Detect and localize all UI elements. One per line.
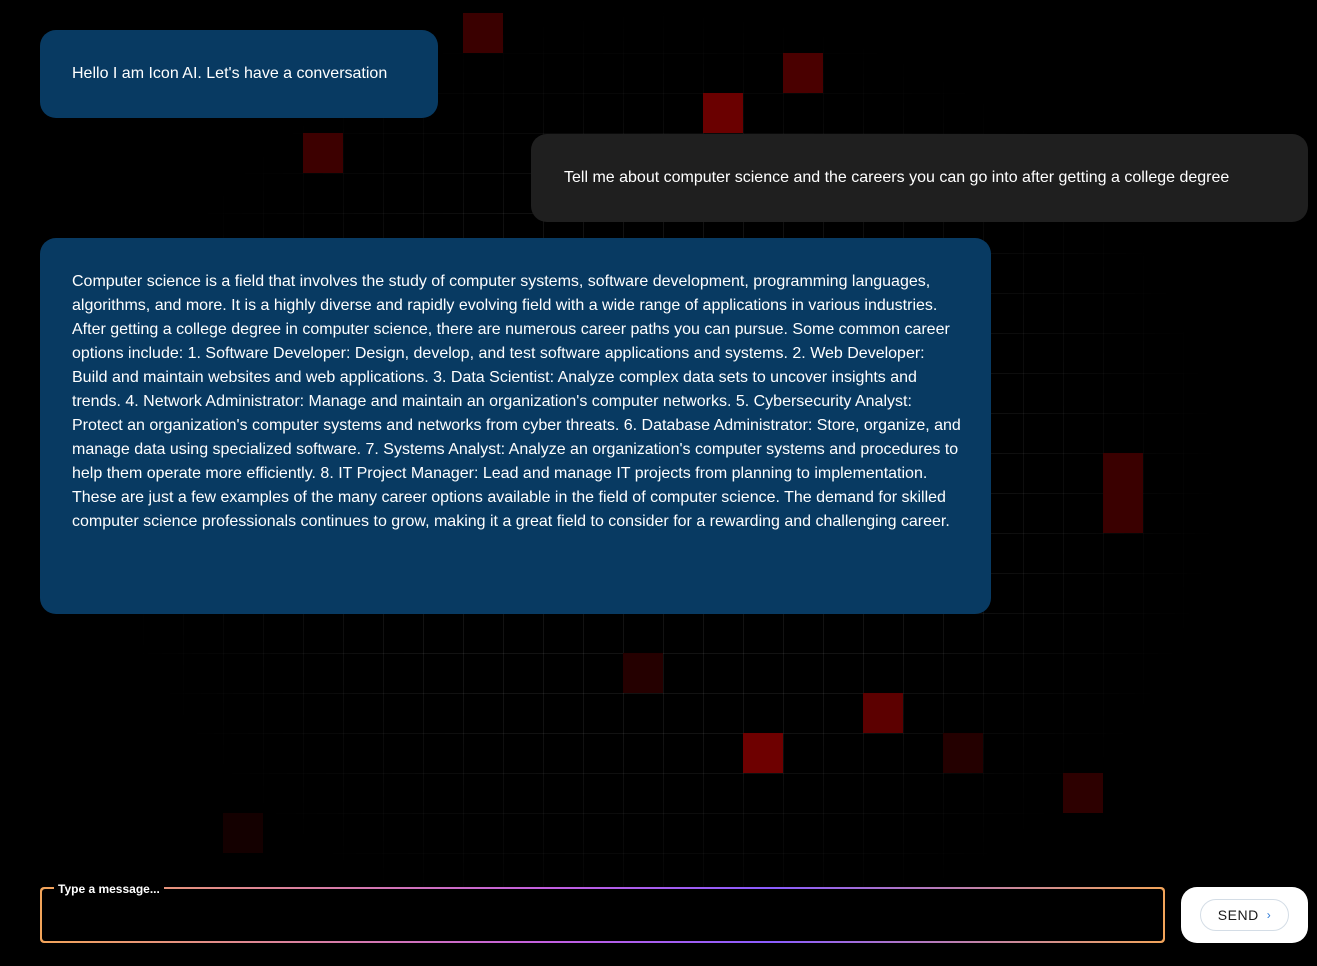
message-input-frame: [40, 887, 1165, 943]
grid-highlight-cell: [1063, 773, 1103, 813]
grid-highlight-cell: [1103, 493, 1143, 533]
grid-highlight-cell: [463, 13, 503, 53]
ai-message-bubble: Hello I am Icon AI. Let's have a convers…: [40, 30, 438, 118]
message-input-container: [42, 889, 1163, 941]
send-button[interactable]: SEND ›: [1200, 899, 1289, 931]
message-input-label: Type a message...: [54, 882, 164, 896]
grid-highlight-cell: [743, 733, 783, 773]
grid-highlight-cell: [943, 733, 983, 773]
message-text: Hello I am Icon AI. Let's have a convers…: [72, 65, 388, 82]
ai-message-bubble: Computer science is a field that involve…: [40, 238, 991, 614]
user-message-bubble: Tell me about computer science and the c…: [531, 134, 1308, 222]
grid-highlight-cell: [863, 693, 903, 733]
send-button-container: SEND ›: [1181, 887, 1308, 943]
message-input[interactable]: [42, 889, 1163, 941]
grid-highlight-cell: [223, 813, 263, 853]
grid-highlight-cell: [703, 93, 743, 133]
grid-highlight-cell: [1103, 453, 1143, 493]
grid-highlight-cell: [303, 133, 343, 173]
grid-highlight-cell: [623, 653, 663, 693]
chevron-right-icon: ›: [1266, 908, 1272, 922]
grid-highlight-cell: [783, 53, 823, 93]
message-text: Tell me about computer science and the c…: [564, 169, 1230, 186]
chat-app: Hello I am Icon AI. Let's have a convers…: [0, 0, 1317, 966]
message-text: Computer science is a field that involve…: [72, 273, 961, 530]
send-button-label: SEND: [1217, 907, 1259, 923]
